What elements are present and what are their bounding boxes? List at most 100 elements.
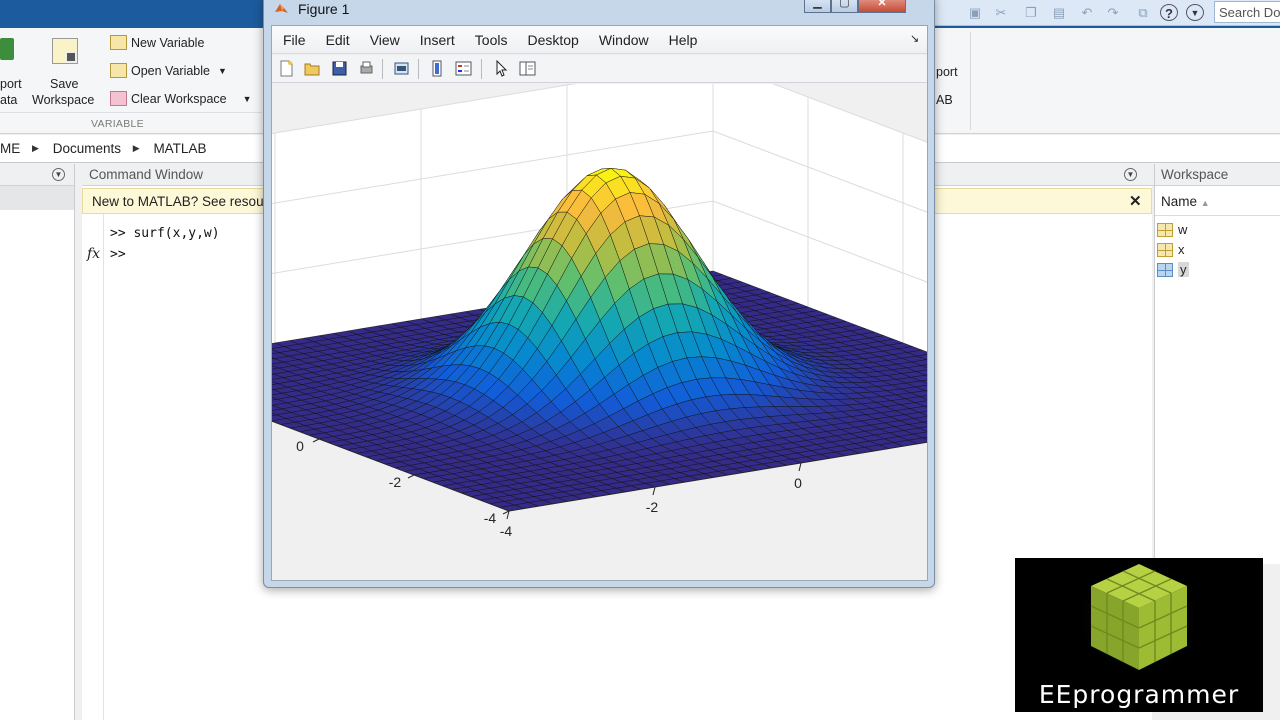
menu-edit[interactable]: Edit (326, 32, 350, 53)
y-tick-label: 0 (296, 438, 304, 454)
command-prompt[interactable]: >> (110, 247, 126, 262)
sort-ascending-icon: ▲ (1200, 198, 1210, 208)
y-tick-label: -4 (484, 510, 497, 526)
new-variable-label: New Variable (131, 35, 205, 50)
close-icon[interactable]: ✕ (858, 0, 906, 13)
copy-icon[interactable]: ❐ (1022, 4, 1040, 21)
close-icon[interactable]: ✕ (1129, 192, 1142, 210)
x-tick (652, 486, 656, 496)
link-icon[interactable] (393, 60, 410, 77)
logo-wordmark: EEprogrammer (1038, 680, 1240, 709)
panel-menu-icon[interactable]: ▼ (52, 168, 65, 181)
workspace-column-header[interactable]: Name ▲ (1155, 186, 1280, 216)
menu-view[interactable]: View (370, 32, 400, 53)
workspace-variable[interactable]: x (1157, 240, 1185, 259)
dock-arrow-icon[interactable]: ↘ (910, 32, 919, 45)
open-icon[interactable] (304, 60, 321, 77)
group-divider (970, 32, 971, 130)
new-figure-icon[interactable] (278, 60, 295, 77)
variable-name: y (1178, 262, 1189, 277)
panel-menu-icon[interactable]: ▼ (1124, 168, 1137, 181)
name-column-label: Name (1161, 194, 1198, 209)
menu-window[interactable]: Window (599, 32, 649, 53)
print-icon[interactable] (358, 60, 375, 77)
matrix-icon (1157, 242, 1173, 257)
chevron-down-icon: ▼ (218, 65, 227, 76)
figure-window[interactable]: Figure 1 ▁ ▢ ✕ File Edit View Insert Too… (263, 0, 935, 588)
matlab-logo-icon (275, 4, 288, 13)
menu-help[interactable]: Help (669, 32, 698, 53)
command-history-line: >> surf(x,y,w) (110, 226, 220, 241)
cube-logo-icon (1077, 560, 1201, 676)
menu-insert[interactable]: Insert (420, 32, 455, 53)
x-tick (798, 462, 802, 472)
x-tick-label: -2 (646, 499, 659, 515)
matrix-icon (1157, 222, 1173, 237)
breadcrumb-item[interactable]: ME (0, 141, 20, 156)
legend-icon[interactable] (455, 60, 472, 77)
colorbar-icon[interactable] (429, 60, 446, 77)
function-browser-icon[interactable]: fx (87, 246, 100, 262)
breadcrumb-item[interactable]: Documents (53, 141, 121, 156)
menu-file[interactable]: File (283, 32, 306, 53)
variable-name: x (1178, 242, 1185, 257)
new-variable-button[interactable]: New Variable (110, 35, 204, 50)
open-variable-icon (110, 63, 127, 78)
figure-toolbar (272, 55, 927, 83)
figure-menu-bar: File Edit View Insert Tools Desktop Wind… (272, 26, 927, 54)
minimize-icon[interactable]: ▁ (804, 0, 831, 13)
maximize-icon[interactable]: ▢ (831, 0, 858, 13)
panel-header-filler: ▼ (1115, 164, 1154, 186)
search-documentation-input[interactable]: Search Documentation (1214, 1, 1280, 23)
variable-group-label: VARIABLE (91, 118, 144, 130)
workspace-variable-selected[interactable]: y (1157, 260, 1189, 279)
save-icon[interactable] (331, 60, 348, 77)
menu-tools[interactable]: Tools (475, 32, 508, 53)
open-variable-label: Open Variable (131, 63, 210, 78)
save-workspace-icon (52, 38, 78, 64)
save-icon[interactable]: ▣ (966, 4, 984, 21)
ribbon-right-label-1[interactable]: port (936, 64, 958, 80)
y-tick-label: -2 (389, 474, 402, 490)
menu-desktop[interactable]: Desktop (527, 32, 578, 53)
help-icon[interactable]: ? (1160, 4, 1178, 21)
command-window-title: Command Window (89, 167, 204, 182)
clear-workspace-label: Clear Workspace (131, 91, 227, 106)
import-label-2[interactable]: ata (0, 92, 17, 108)
ribbon-right-label-2[interactable]: AB (936, 92, 953, 108)
current-folder-panel: ▼ (0, 164, 75, 720)
save-workspace-label-2[interactable]: Workspace (32, 92, 94, 108)
window-controls: ▁ ▢ ✕ (804, 0, 906, 13)
undo-icon[interactable]: ↶ (1078, 4, 1096, 21)
command-gutter: fx (82, 214, 104, 720)
y-tick (407, 474, 415, 479)
surface-plot[interactable]: -4-2024-4-202400.050.10.15 (272, 84, 927, 580)
figure-client-area: File Edit View Insert Tools Desktop Wind… (271, 25, 928, 581)
open-variable-button[interactable]: Open Variable ▼ (110, 63, 227, 78)
breadcrumb-item[interactable]: MATLAB (153, 141, 206, 156)
variable-name: w (1178, 222, 1188, 237)
x-tick-label: -4 (500, 523, 513, 539)
clear-workspace-button[interactable]: Clear Workspace ▼ (110, 91, 252, 106)
pointer-icon[interactable] (493, 60, 510, 77)
import-label-1[interactable]: port (0, 76, 22, 92)
paste-icon[interactable]: ▤ (1050, 4, 1068, 21)
chevron-down-icon: ▼ (242, 93, 252, 104)
redo-icon[interactable]: ↷ (1104, 4, 1122, 21)
switch-windows-icon[interactable]: ⧉ (1134, 4, 1152, 21)
eeprogrammer-logo: EEprogrammer (1015, 558, 1263, 712)
save-workspace-label-1[interactable]: Save (50, 76, 79, 92)
current-folder-column-header (0, 186, 74, 210)
group-divider (0, 112, 262, 113)
matrix-icon (1157, 262, 1173, 277)
y-tick (312, 438, 320, 443)
chevron-right-icon: ▶ (32, 142, 39, 153)
property-editor-icon[interactable] (519, 60, 536, 77)
x-tick-label: 0 (794, 475, 802, 491)
new-variable-icon (110, 35, 127, 50)
cut-icon[interactable]: ✂ (992, 4, 1010, 21)
workspace-header: Workspace (1155, 164, 1280, 186)
workspace-variable[interactable]: w (1157, 220, 1187, 239)
chevron-down-icon[interactable]: ▼ (1186, 4, 1204, 21)
toolbar-separator (418, 59, 419, 79)
